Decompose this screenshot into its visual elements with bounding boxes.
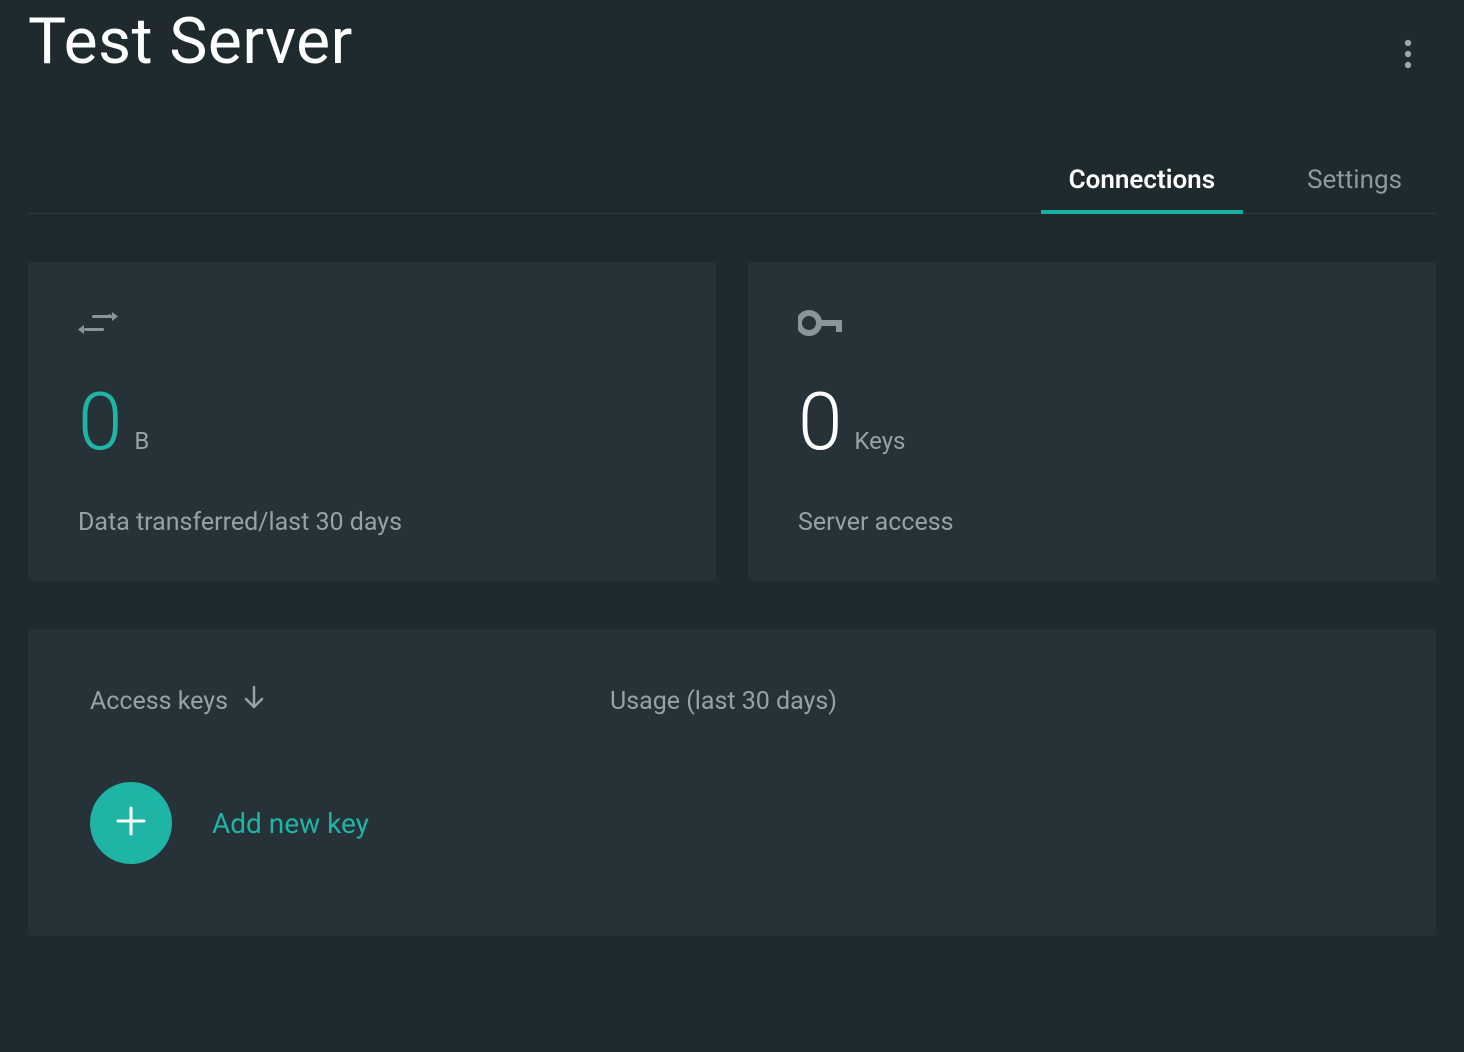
arrow-down-icon — [242, 685, 266, 718]
transfer-icon — [78, 310, 666, 344]
column-header-access-keys[interactable]: Access keys — [90, 685, 610, 718]
more-options-button[interactable] — [1390, 38, 1426, 74]
card-data-transferred: 0 B Data transferred/last 30 days — [28, 262, 716, 581]
keys-count-value: 0 — [798, 382, 842, 462]
data-transferred-value: 0 — [78, 382, 122, 462]
plus-icon — [114, 804, 148, 842]
column-header-access-keys-label: Access keys — [90, 687, 228, 716]
card-server-access: 0 Keys Server access — [748, 262, 1436, 581]
add-new-key-label: Add new key — [212, 807, 369, 840]
add-new-key-button[interactable]: Add new key — [90, 782, 1374, 864]
tab-connections[interactable]: Connections — [1059, 151, 1225, 213]
keys-count-unit: Keys — [854, 427, 905, 455]
tabs: Connections Settings — [28, 151, 1436, 214]
data-transferred-subtitle: Data transferred/last 30 days — [78, 508, 666, 537]
column-header-usage: Usage (last 30 days) — [610, 687, 837, 716]
page-title: Test Server — [28, 4, 353, 79]
access-keys-panel: Access keys Usage (last 30 days) — [28, 629, 1436, 936]
add-fab[interactable] — [90, 782, 172, 864]
more-vertical-icon — [1404, 39, 1412, 73]
tab-settings[interactable]: Settings — [1297, 151, 1412, 213]
key-icon — [798, 310, 1386, 344]
data-transferred-unit: B — [134, 427, 149, 455]
server-access-subtitle: Server access — [798, 508, 1386, 537]
